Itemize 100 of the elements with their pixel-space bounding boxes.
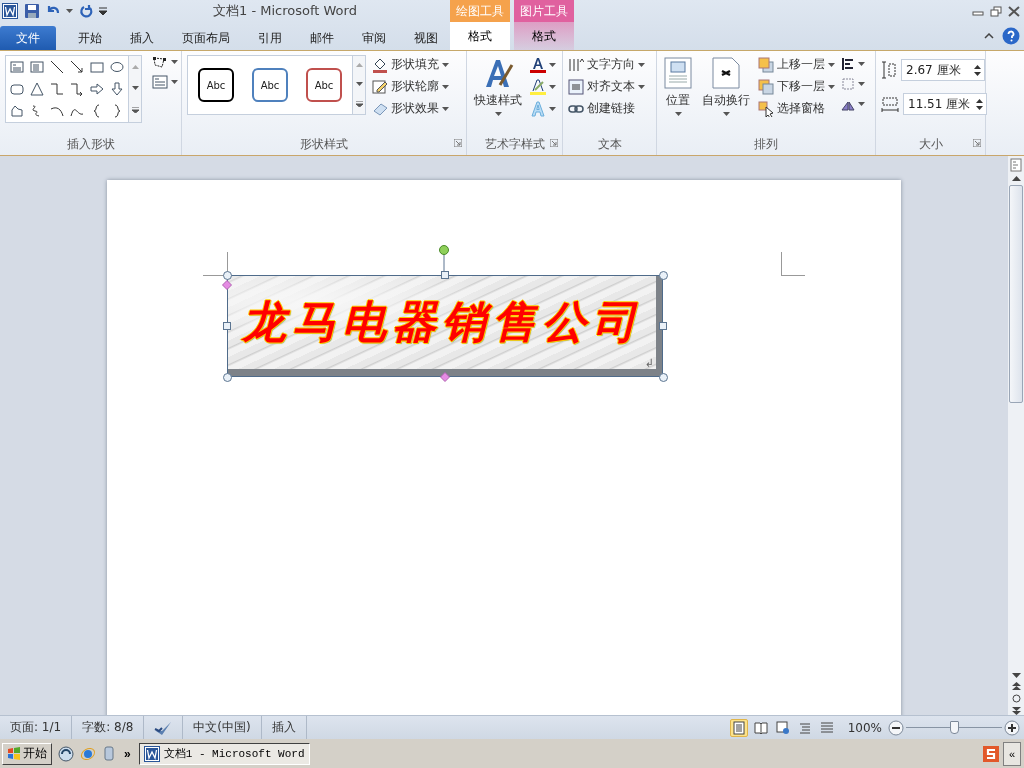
- resize-handle[interactable]: [659, 322, 667, 330]
- scroll-down-icon[interactable]: [355, 82, 363, 86]
- ribbon-tab[interactable]: 视图: [400, 26, 452, 50]
- dropdown-caret-icon[interactable]: [171, 60, 178, 64]
- scroll-up-arrow-icon[interactable]: [1011, 176, 1021, 181]
- dropdown-caret-icon[interactable]: [828, 62, 835, 67]
- previous-page-icon[interactable]: [1011, 682, 1021, 690]
- triangle-shape-icon[interactable]: [30, 82, 44, 96]
- ribbon-tab[interactable]: 格式: [450, 22, 510, 50]
- text-command[interactable]: 创建链接: [568, 99, 645, 118]
- down-arrow-shape-icon[interactable]: [110, 82, 124, 96]
- dialog-launcher-icon[interactable]: [973, 139, 981, 147]
- dropdown-caret-icon[interactable]: [858, 102, 865, 106]
- dropdown-caret-icon[interactable]: [549, 85, 556, 89]
- status-text[interactable]: 字数: 8/8: [82, 719, 134, 736]
- text-outline-icon[interactable]: [530, 79, 546, 95]
- shape-style-command[interactable]: 形状效果: [372, 99, 449, 118]
- ruler-toggle-icon[interactable]: [1010, 158, 1022, 172]
- arrow-line-shape-icon[interactable]: [70, 60, 84, 75]
- view-mode-button[interactable]: [729, 718, 748, 737]
- resize-handle[interactable]: [223, 322, 231, 330]
- size-spinner-field[interactable]: 11.51 厘米: [903, 93, 987, 115]
- spin-down-icon[interactable]: [976, 105, 983, 110]
- ribbon-tab[interactable]: 引用: [244, 26, 296, 50]
- ribbon-tab[interactable]: 页面布局: [168, 26, 244, 50]
- elbow-connector-icon[interactable]: [50, 82, 64, 96]
- resize-handle[interactable]: [658, 270, 668, 280]
- dialog-launcher-icon[interactable]: [454, 139, 462, 147]
- quick-launch-icon[interactable]: [58, 745, 74, 762]
- ribbon-tab[interactable]: 审阅: [348, 26, 400, 50]
- collapse-ribbon-icon[interactable]: [984, 33, 994, 39]
- resize-handle[interactable]: [441, 271, 449, 279]
- taskbar-overflow[interactable]: »: [124, 746, 131, 761]
- shape-style-command[interactable]: 形状填充: [372, 55, 449, 74]
- dropdown-caret-icon[interactable]: [828, 84, 835, 89]
- zoom-level[interactable]: 100%: [847, 720, 882, 735]
- dropdown-caret-icon[interactable]: [442, 84, 449, 89]
- status-text[interactable]: 中文(中国): [193, 719, 251, 736]
- status-text[interactable]: 插入: [271, 719, 296, 736]
- input-method-s-icon[interactable]: [983, 745, 999, 762]
- adjust-handle[interactable]: [222, 280, 232, 290]
- ribbon-tab[interactable]: 邮件: [296, 26, 348, 50]
- rounded-rectangle-shape-icon[interactable]: [10, 82, 24, 96]
- dropdown-caret-icon[interactable]: [494, 112, 502, 116]
- shape-style-swatch[interactable]: Abc: [198, 68, 234, 102]
- elbow-arrow-connector-icon[interactable]: [70, 82, 84, 96]
- more-icon[interactable]: [131, 107, 139, 114]
- line-shape-icon[interactable]: [50, 60, 64, 75]
- ribbon-tab[interactable]: 文件: [0, 26, 56, 50]
- wordart-marble-panel[interactable]: 龙马电器销售公司 ↲: [227, 275, 663, 377]
- arrange-command[interactable]: 上移一层: [758, 55, 835, 74]
- text-command[interactable]: 文字方向: [568, 55, 645, 74]
- browser-e-icon[interactable]: [80, 745, 96, 762]
- redo-icon[interactable]: [79, 4, 93, 18]
- arrange-command[interactable]: 下移一层: [758, 77, 835, 96]
- scroll-down-arrow-icon[interactable]: [1011, 673, 1021, 678]
- tray-toggle[interactable]: «: [1003, 741, 1021, 766]
- scroll-down-icon[interactable]: [131, 86, 139, 90]
- resize-handle[interactable]: [222, 372, 232, 382]
- taskbar-window-button[interactable]: 文档1 - Microsoft Word: [138, 742, 310, 765]
- ribbon-tab[interactable]: 插入: [116, 26, 168, 50]
- resize-handle[interactable]: [658, 372, 668, 382]
- help-icon[interactable]: [1002, 27, 1020, 45]
- dropdown-caret-icon[interactable]: [171, 80, 178, 84]
- dropdown-caret-icon[interactable]: [442, 106, 449, 111]
- dropdown-caret-icon[interactable]: [638, 84, 645, 89]
- view-mode-button[interactable]: [773, 718, 792, 737]
- text-fill-icon[interactable]: [530, 57, 546, 73]
- status-text[interactable]: 页面: 1/1: [10, 719, 62, 736]
- quick-styles-button[interactable]: 快速样式: [472, 55, 524, 133]
- size-spinner-field[interactable]: 2.67 厘米: [901, 59, 985, 81]
- customize-toolbar-icon[interactable]: [99, 7, 107, 15]
- restore-icon[interactable]: [990, 5, 1002, 17]
- right-arrow-shape-icon[interactable]: [90, 82, 104, 96]
- start-button[interactable]: 开始: [2, 742, 52, 765]
- dropdown-caret-icon[interactable]: [638, 62, 645, 67]
- dropdown-caret-icon[interactable]: [549, 107, 556, 111]
- arrange-big-button[interactable]: 自动换行: [700, 55, 752, 133]
- spin-up-icon[interactable]: [974, 64, 981, 69]
- ribbon-tab[interactable]: 开始: [64, 26, 116, 50]
- resize-handle[interactable]: [222, 270, 232, 280]
- dropdown-caret-icon[interactable]: [549, 63, 556, 67]
- edit-shape-icon[interactable]: [152, 55, 168, 69]
- save-icon[interactable]: [24, 3, 40, 19]
- dropdown-caret-icon[interactable]: [722, 112, 730, 116]
- more-icon[interactable]: [355, 100, 363, 107]
- dropdown-caret-icon[interactable]: [858, 82, 865, 86]
- dropdown-caret-icon[interactable]: [442, 62, 449, 67]
- close-icon[interactable]: [1008, 5, 1020, 17]
- ribbon-tab[interactable]: 格式: [514, 22, 574, 50]
- dialog-launcher-icon[interactable]: [550, 139, 558, 147]
- browse-object-icon[interactable]: [1011, 694, 1021, 703]
- arrange-big-button[interactable]: 位置: [662, 55, 694, 133]
- word-logo-icon[interactable]: [2, 3, 18, 19]
- arrange-command[interactable]: 选择窗格: [758, 99, 835, 118]
- spin-down-icon[interactable]: [974, 71, 981, 76]
- align-icon[interactable]: [841, 57, 855, 71]
- text-command[interactable]: 对齐文本: [568, 77, 645, 96]
- freeform-shape-icon[interactable]: [10, 103, 24, 118]
- zoom-out-icon[interactable]: [888, 719, 904, 736]
